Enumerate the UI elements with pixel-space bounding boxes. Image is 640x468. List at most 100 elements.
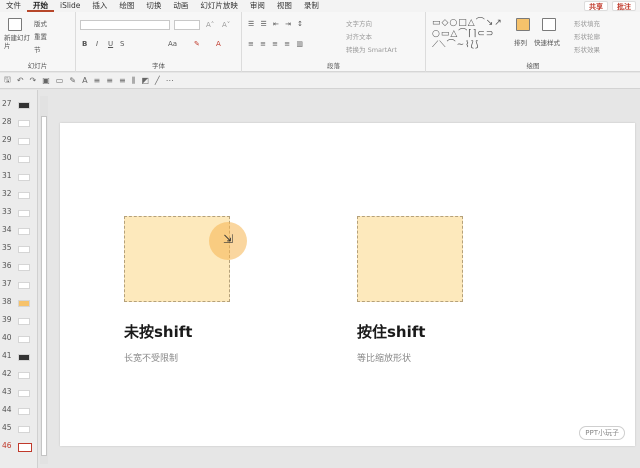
- thumbnail-preview: [18, 390, 30, 397]
- thumbnail-preview: [18, 246, 30, 253]
- share-button[interactable]: 共享: [584, 1, 608, 11]
- text-color-icon[interactable]: A: [82, 76, 87, 85]
- menu-animations[interactable]: 动画: [167, 0, 194, 12]
- shape-effects-button[interactable]: 形状效果: [574, 44, 600, 54]
- shape-fill-button[interactable]: 形状填充: [574, 18, 600, 28]
- quick-styles-button[interactable]: 快速样式: [534, 37, 560, 47]
- font-size-select[interactable]: [174, 20, 200, 30]
- thumbnail-item[interactable]: 30: [0, 152, 38, 166]
- smartart-button[interactable]: 转换为 SmartArt: [346, 44, 397, 54]
- layout-button[interactable]: 版式: [34, 18, 47, 28]
- thumbnail-number: 39: [2, 315, 12, 324]
- shape-icon[interactable]: ◩: [141, 76, 149, 85]
- align-left-icon[interactable]: ≡: [94, 76, 101, 85]
- menu-record[interactable]: 录制: [298, 0, 325, 12]
- ribbon: 新建幻灯片 版式 重置 节 幻灯片 A˄ A˅ B I U S Aa ✎ A 字…: [0, 12, 640, 72]
- reset-button[interactable]: 重置: [34, 31, 47, 41]
- thumbnail-item[interactable]: 39: [0, 314, 38, 328]
- thumbnail-preview: [18, 228, 30, 235]
- thumbnail-scrollbar[interactable]: [40, 96, 48, 464]
- thumbnail-item[interactable]: 29: [0, 134, 38, 148]
- font-box-icon[interactable]: ▭: [56, 76, 64, 85]
- thumbnail-preview: [18, 102, 30, 109]
- thumbnail-item[interactable]: 35: [0, 242, 38, 256]
- menu-file[interactable]: 文件: [0, 0, 27, 12]
- menu-transitions[interactable]: 切换: [140, 0, 167, 12]
- list-icons[interactable]: ☰ ☰ ⇤ ⇥ ↕: [248, 20, 305, 28]
- comment-button[interactable]: 批注: [612, 1, 636, 11]
- thumbnail-preview: [18, 282, 30, 289]
- menu-home[interactable]: 开始: [27, 0, 54, 12]
- font-color-icon[interactable]: A: [216, 40, 221, 48]
- right-title: 按住shift: [357, 323, 426, 341]
- align-center-icon[interactable]: ≡: [106, 76, 113, 85]
- thumbnail-item[interactable]: 33: [0, 206, 38, 220]
- menu-insert[interactable]: 插入: [86, 0, 113, 12]
- underline-button[interactable]: U: [108, 40, 113, 48]
- distribute-icon[interactable]: ⫼: [132, 76, 136, 86]
- thumbnail-preview: [18, 318, 30, 325]
- menu-slideshow[interactable]: 幻灯片放映: [194, 0, 244, 12]
- thumbnail-item[interactable]: 34: [0, 224, 38, 238]
- thumbnail-number: 41: [2, 351, 12, 360]
- shape-outline-button[interactable]: 形状轮廓: [574, 31, 600, 41]
- shrink-font-icon[interactable]: A˅: [222, 21, 230, 29]
- thumbnail-item-current[interactable]: 46: [0, 440, 38, 454]
- menu-view[interactable]: 视图: [271, 0, 298, 12]
- italic-button[interactable]: I: [96, 40, 98, 48]
- new-slide-icon: [8, 18, 22, 31]
- thumbnail-item[interactable]: 42: [0, 368, 38, 382]
- text-direction-button[interactable]: 文字方向: [346, 18, 372, 28]
- scrollbar-thumb[interactable]: [41, 116, 47, 456]
- shapes-gallery-icon[interactable]: ▭◇○□△⌒↘↗ ○▭△⌒⌈⌉⊂⊃ ⟋⟍⌒∼⌇⟅⟆: [432, 18, 508, 51]
- thumbnail-item[interactable]: 28: [0, 116, 38, 130]
- thumbnail-number: 27: [2, 99, 12, 108]
- right-subtitle: 等比缩放形状: [357, 354, 412, 364]
- format-painter-icon[interactable]: ✎: [69, 76, 76, 85]
- menu-review[interactable]: 审阅: [244, 0, 271, 12]
- highlight-icon[interactable]: ✎: [194, 40, 200, 48]
- arrange-button[interactable]: 排列: [514, 37, 527, 47]
- thumbnail-item[interactable]: 44: [0, 404, 38, 418]
- font-name-select[interactable]: [80, 20, 170, 30]
- thumbnail-number: 34: [2, 225, 12, 234]
- present-icon[interactable]: ▣: [42, 76, 50, 85]
- proportional-rectangle-shape[interactable]: [357, 216, 463, 302]
- more-icon[interactable]: ⋯: [166, 76, 174, 85]
- menu-draw[interactable]: 绘图: [113, 0, 140, 12]
- drawing-group-label: 绘图: [526, 62, 540, 70]
- new-slide-button[interactable]: 新建幻灯片: [4, 34, 30, 50]
- redo-icon[interactable]: ↷: [30, 76, 37, 85]
- thumbnail-item[interactable]: 38: [0, 296, 38, 310]
- line-icon[interactable]: ╱: [155, 76, 160, 85]
- thumbnail-item[interactable]: 31: [0, 170, 38, 184]
- slide-canvas[interactable]: ⇲ 未按shift 长宽不受限制 按住shift 等比缩放形状 PPT小玩子: [60, 123, 635, 446]
- thumbnail-item[interactable]: 37: [0, 278, 38, 292]
- save-icon[interactable]: 🖫: [4, 74, 11, 88]
- undo-icon[interactable]: ↶: [17, 76, 24, 85]
- thumbnail-item[interactable]: 32: [0, 188, 38, 202]
- thumbnail-preview: [18, 264, 30, 271]
- grow-font-icon[interactable]: A˄: [206, 21, 214, 29]
- thumbnail-item[interactable]: 43: [0, 386, 38, 400]
- thumbnail-number: 33: [2, 207, 12, 216]
- align-right-icon[interactable]: ≡: [119, 76, 126, 85]
- menu-islide[interactable]: iSlide: [54, 0, 86, 12]
- quick-access-toolbar: 🖫 ↶ ↷ ▣ ▭ ✎ A ≡ ≡ ≡ ⫼ ◩ ╱ ⋯: [0, 73, 640, 89]
- thumbnail-item[interactable]: 27: [0, 98, 38, 112]
- watermark-badge: PPT小玩子: [579, 426, 625, 440]
- change-case-button[interactable]: Aa: [168, 40, 177, 48]
- bold-button[interactable]: B: [82, 40, 87, 48]
- thumbnail-item[interactable]: 45: [0, 422, 38, 436]
- align-icons[interactable]: ≡ ≡ ≡ ≡ ▥: [248, 40, 305, 48]
- thumbnail-preview: [18, 210, 30, 217]
- section-button[interactable]: 节: [34, 44, 41, 54]
- resize-cursor-icon: ⇲: [223, 232, 234, 246]
- thumbnail-item[interactable]: 41: [0, 350, 38, 364]
- align-text-button[interactable]: 对齐文本: [346, 31, 372, 41]
- thumbnail-item[interactable]: 36: [0, 260, 38, 274]
- thumbnail-preview: [18, 156, 30, 163]
- thumbnail-item[interactable]: 40: [0, 332, 38, 346]
- strikethrough-button[interactable]: S: [120, 40, 124, 48]
- left-subtitle: 长宽不受限制: [124, 354, 179, 364]
